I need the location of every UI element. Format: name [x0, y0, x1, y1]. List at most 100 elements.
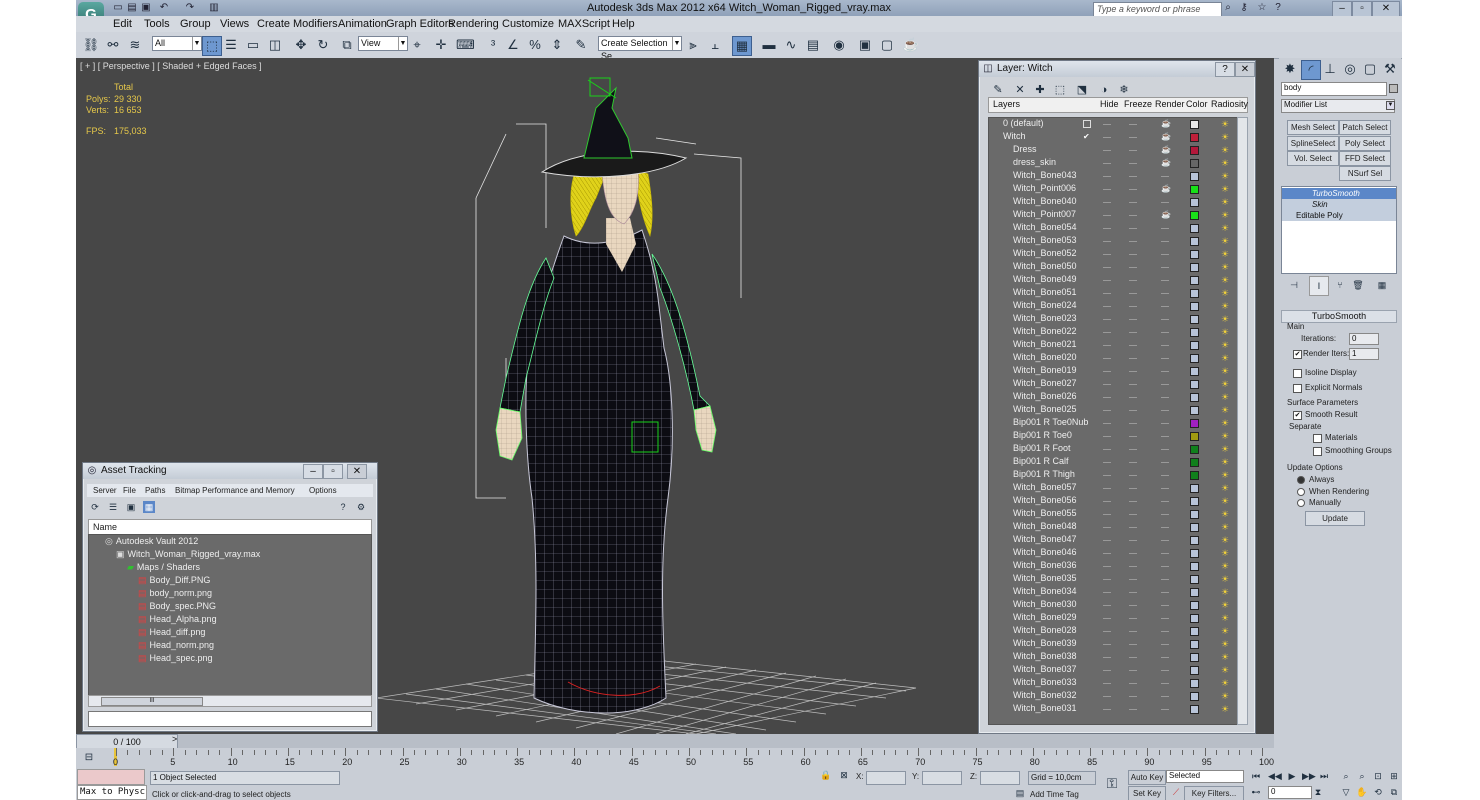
asset-settings-icon[interactable]: ⚙ [355, 501, 367, 513]
search-icon[interactable]: ⌕ [1222, 2, 1234, 13]
render-toggle[interactable] [1161, 631, 1169, 632]
layer-color-swatch[interactable] [1190, 315, 1199, 324]
list-view-icon[interactable]: ☰ [107, 501, 119, 513]
layer-row[interactable]: Witch_Bone024 ☀ [989, 300, 1237, 313]
render-col-header[interactable]: Render [1155, 99, 1185, 109]
render-toggle[interactable] [1161, 670, 1169, 671]
freeze-toggle[interactable] [1129, 462, 1137, 463]
render-toggle[interactable] [1161, 436, 1169, 437]
freeze-toggle[interactable] [1129, 215, 1137, 216]
freeze-toggle[interactable] [1129, 683, 1137, 684]
freeze-toggle[interactable] [1129, 709, 1137, 710]
render-toggle[interactable] [1161, 605, 1169, 606]
angle-snap-icon[interactable]: ∠ [504, 36, 522, 54]
freeze-toggle[interactable] [1129, 579, 1137, 580]
render-production-icon[interactable]: ☕ [902, 36, 920, 54]
menu-group[interactable]: Group [180, 18, 211, 30]
key-filters-button[interactable]: Key Filters... [1184, 786, 1244, 800]
hide-toggle[interactable] [1103, 267, 1111, 268]
freeze-toggle[interactable] [1129, 592, 1137, 593]
maxscript-listener-output[interactable] [77, 769, 145, 785]
asset-maximize-button[interactable]: ▫ [323, 464, 343, 479]
hide-toggle[interactable] [1103, 306, 1111, 307]
hide-toggle[interactable] [1103, 462, 1111, 463]
radiosity-icon[interactable]: ☀ [1221, 406, 1230, 415]
hide-toggle[interactable] [1103, 683, 1111, 684]
layer-color-swatch[interactable] [1190, 549, 1199, 558]
render-toggle[interactable] [1161, 566, 1169, 567]
layer-row[interactable]: Witch_Bone026 ☀ [989, 391, 1237, 404]
render-toggle[interactable] [1161, 644, 1169, 645]
layer-color-swatch[interactable] [1190, 432, 1199, 441]
layer-color-swatch[interactable] [1190, 185, 1199, 194]
modifier-stack[interactable]: TurboSmooth Skin Editable Poly [1281, 186, 1397, 274]
when-rendering-radio[interactable] [1297, 488, 1305, 496]
undo-icon[interactable]: ↶ [158, 2, 170, 13]
layer-color-swatch[interactable] [1190, 120, 1199, 129]
radiosity-icon[interactable]: ☀ [1221, 237, 1230, 246]
render-toggle[interactable] [1161, 280, 1169, 281]
layer-color-swatch[interactable] [1190, 536, 1199, 545]
layer-color-swatch[interactable] [1190, 601, 1199, 610]
menu-graph-editors[interactable]: Graph Editors [386, 18, 454, 30]
menu-help[interactable]: Help [612, 18, 635, 30]
stack-item-turbosmooth[interactable]: TurboSmooth [1282, 188, 1396, 199]
layer-color-swatch[interactable] [1190, 627, 1199, 636]
zoom-extents-icon[interactable]: ⊡ [1372, 770, 1384, 782]
next-frame-icon[interactable]: ▶▶ [1302, 770, 1316, 782]
layer-row[interactable]: Witch_Bone043 ☀ [989, 170, 1237, 183]
make-unique-icon[interactable]: ⑂ [1331, 276, 1349, 294]
color-col-header[interactable]: Color [1186, 99, 1208, 109]
subscription-icon[interactable]: ⚷ [1238, 2, 1250, 13]
refresh-icon[interactable]: ⟳ [89, 501, 101, 513]
render-teapot-icon[interactable]: ☕ [1161, 146, 1171, 154]
layer-row[interactable]: Witch_Bone023 ☀ [989, 313, 1237, 326]
maximize-viewport-icon[interactable]: ⧉ [1388, 786, 1400, 798]
render-toggle[interactable] [1161, 202, 1169, 203]
layer-color-swatch[interactable] [1190, 146, 1199, 155]
freeze-toggle[interactable] [1129, 345, 1137, 346]
asset-item[interactable]: ▤ Head_diff.png [138, 627, 205, 640]
radiosity-icon[interactable]: ☀ [1221, 211, 1230, 220]
time-tag-icon[interactable]: ▤ [1014, 787, 1026, 799]
layer-row[interactable]: Witch_Bone036 ☀ [989, 560, 1237, 573]
freeze-toggle[interactable] [1129, 150, 1137, 151]
always-radio[interactable] [1297, 476, 1305, 484]
object-name-field[interactable]: body [1281, 82, 1387, 96]
radiosity-icon[interactable]: ☀ [1221, 172, 1230, 181]
layer-row[interactable]: Witch_Bone029 ☀ [989, 612, 1237, 625]
close-button[interactable]: ✕ [1372, 1, 1400, 17]
layer-color-swatch[interactable] [1190, 458, 1199, 467]
auto-key-button[interactable]: Auto Key [1128, 770, 1166, 785]
layer-row[interactable]: Witch_Bone054 ☀ [989, 222, 1237, 235]
render-toggle[interactable] [1161, 241, 1169, 242]
layer-color-swatch[interactable] [1190, 302, 1199, 311]
add-time-tag[interactable]: Add Time Tag [1030, 790, 1079, 799]
radiosity-icon[interactable]: ☀ [1221, 653, 1230, 662]
asset-item[interactable]: ▤ body_norm.png [138, 588, 212, 601]
scale-icon[interactable]: ⧉ [338, 36, 356, 54]
freeze-toggle[interactable] [1129, 696, 1137, 697]
render-toggle[interactable] [1161, 514, 1169, 515]
project-folder-icon[interactable]: ▥ [208, 2, 220, 13]
radiosity-icon[interactable]: ☀ [1221, 458, 1230, 467]
layer-row[interactable]: Witch_Bone040 ☀ [989, 196, 1237, 209]
layer-row[interactable]: Witch_Bone022 ☀ [989, 326, 1237, 339]
hide-toggle[interactable] [1103, 488, 1111, 489]
layer-color-swatch[interactable] [1190, 250, 1199, 259]
hide-toggle[interactable] [1103, 592, 1111, 593]
help-icon[interactable]: ? [1272, 2, 1284, 13]
asset-menu-bitmap[interactable]: Bitmap Performance and Memory [175, 486, 295, 495]
menu-tools[interactable]: Tools [144, 18, 170, 30]
menu-modifiers[interactable]: Modifiers [293, 18, 338, 30]
reference-coordinate-dropdown[interactable]: View ▼ [358, 36, 408, 51]
radiosity-icon[interactable]: ☀ [1221, 354, 1230, 363]
asset-tracking-titlebar[interactable]: ◎ Asset Tracking – ▫ ✕ [83, 463, 377, 479]
render-toggle[interactable] [1161, 397, 1169, 398]
freeze-toggle[interactable] [1129, 631, 1137, 632]
nsurf-select-button[interactable]: NSurf Sel [1339, 166, 1391, 181]
iterations-spinner[interactable]: 0 [1349, 333, 1379, 345]
snap-toggle-icon[interactable]: ³ [484, 36, 502, 54]
zoom-all-icon[interactable]: ⌕ [1356, 770, 1368, 782]
freeze-toggle[interactable] [1129, 488, 1137, 489]
